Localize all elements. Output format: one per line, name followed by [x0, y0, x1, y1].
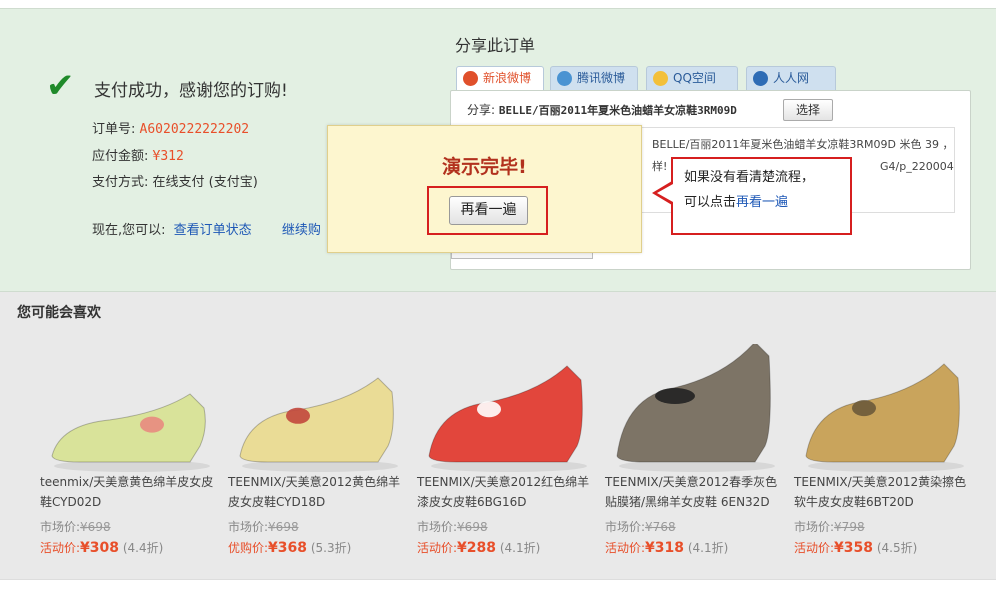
market-price: 市场价:¥698: [40, 520, 111, 534]
success-title: 支付成功，感谢您的订购!: [94, 81, 288, 101]
tab-tencent-weibo[interactable]: 腾讯微博: [550, 66, 638, 90]
shoe-image[interactable]: [605, 344, 785, 474]
payment-label: 支付方式:: [92, 175, 149, 190]
tab-label: 新浪微博: [483, 71, 532, 85]
market-price: 市场价:¥768: [605, 520, 676, 534]
recommendations-title: 您可能会喜欢: [17, 305, 101, 321]
tab-label: 人人网: [773, 71, 810, 85]
tip-line2: 可以点击再看一遍: [684, 190, 840, 215]
tab-sina-weibo[interactable]: 新浪微博: [456, 66, 544, 92]
share-product-row: 分享: BELLE/百丽2011年夏米色油蜡羊女凉鞋3RM09D: [467, 101, 737, 118]
tab-qzone[interactable]: QQ空间: [646, 66, 738, 90]
view-order-status-link[interactable]: 查看订单状态: [174, 223, 252, 238]
shoe-image[interactable]: [417, 344, 597, 474]
replay-button[interactable]: 再看一遍: [449, 196, 528, 225]
share-label: 分享:: [467, 103, 496, 117]
product-name[interactable]: TEENMIX/天美意2012红色绵羊漆皮女皮鞋6BG16D: [417, 472, 593, 512]
amount-row: 应付金额: ¥312: [92, 145, 184, 164]
order-number: A6020222222202: [139, 122, 250, 137]
renren-icon: [753, 71, 768, 86]
qzone-icon: [653, 71, 668, 86]
sale-price: 活动价:¥358 (4.5折): [794, 540, 918, 556]
tip-arrow-inner: [657, 184, 673, 202]
next-actions: 现在,您可以: 查看订单状态 继续购: [92, 219, 321, 238]
tip-replay-link[interactable]: 再看一遍: [736, 195, 788, 210]
payment-method: 在线支付 (支付宝): [152, 175, 258, 190]
tab-label: QQ空间: [673, 71, 716, 85]
product-name[interactable]: TEENMIX/天美意2012黄染擦色软牛皮女皮鞋6BT20D: [794, 472, 970, 512]
order-number-label: 订单号:: [92, 122, 136, 137]
tab-label: 腾讯微博: [577, 71, 626, 85]
product-name[interactable]: TEENMIX/天美意2012黄色绵羊皮女皮鞋CYD18D: [228, 472, 404, 512]
tip-line1: 如果没有看清楚流程，: [684, 170, 815, 185]
sale-price: 活动价:¥288 (4.1折): [417, 540, 541, 556]
select-button[interactable]: 选择: [783, 99, 833, 121]
tencent-weibo-icon: [557, 71, 572, 86]
amount-label: 应付金额:: [92, 149, 149, 164]
share-title: 分享此订单: [455, 36, 536, 55]
dialog-title: 演示完毕!: [442, 156, 527, 178]
sale-price: 活动价:¥318 (4.1折): [605, 540, 729, 556]
sina-weibo-icon: [463, 71, 478, 86]
product-name[interactable]: teenmix/天美意黄色绵羊皮女皮鞋CYD02D: [40, 472, 216, 512]
demo-complete-dialog: 演示完毕! 再看一遍: [327, 125, 642, 253]
tip-prefix: 可以点击: [684, 195, 737, 210]
highlight-box: 再看一遍: [427, 186, 548, 235]
amount-value: ¥312: [152, 149, 184, 164]
sale-price: 活动价:¥308 (4.4折): [40, 540, 164, 556]
market-price: 市场价:¥698: [417, 520, 488, 534]
shoe-image[interactable]: [794, 344, 974, 474]
recommendations: 您可能会喜欢 teenmix/天美意黄色绵羊皮女皮鞋CYD02D 市场价:¥698…: [0, 292, 996, 580]
shoe-image[interactable]: [228, 344, 408, 474]
tab-renren[interactable]: 人人网: [746, 66, 836, 90]
share-text-line: G4/p_2200047: [880, 160, 955, 173]
next-label: 现在,您可以:: [92, 223, 166, 238]
continue-shopping-link[interactable]: 继续购: [282, 223, 321, 238]
tip-callout: 如果没有看清楚流程， 可以点击再看一遍: [671, 157, 852, 235]
order-number-row: 订单号: A6020222222202: [92, 118, 249, 137]
market-price: 市场价:¥698: [228, 520, 299, 534]
market-price: 市场价:¥798: [794, 520, 865, 534]
checkmark-icon: ✔: [46, 66, 75, 106]
share-product: BELLE/百丽2011年夏米色油蜡羊女凉鞋3RM09D: [498, 104, 737, 117]
shoe-image[interactable]: [40, 344, 220, 474]
product-name[interactable]: TEENMIX/天美意2012春季灰色贴膜猪/黑绵羊女皮鞋 6EN32D: [605, 472, 781, 512]
payment-row: 支付方式: 在线支付 (支付宝): [92, 171, 258, 190]
sale-price: 优购价:¥368 (5.3折): [228, 540, 352, 556]
